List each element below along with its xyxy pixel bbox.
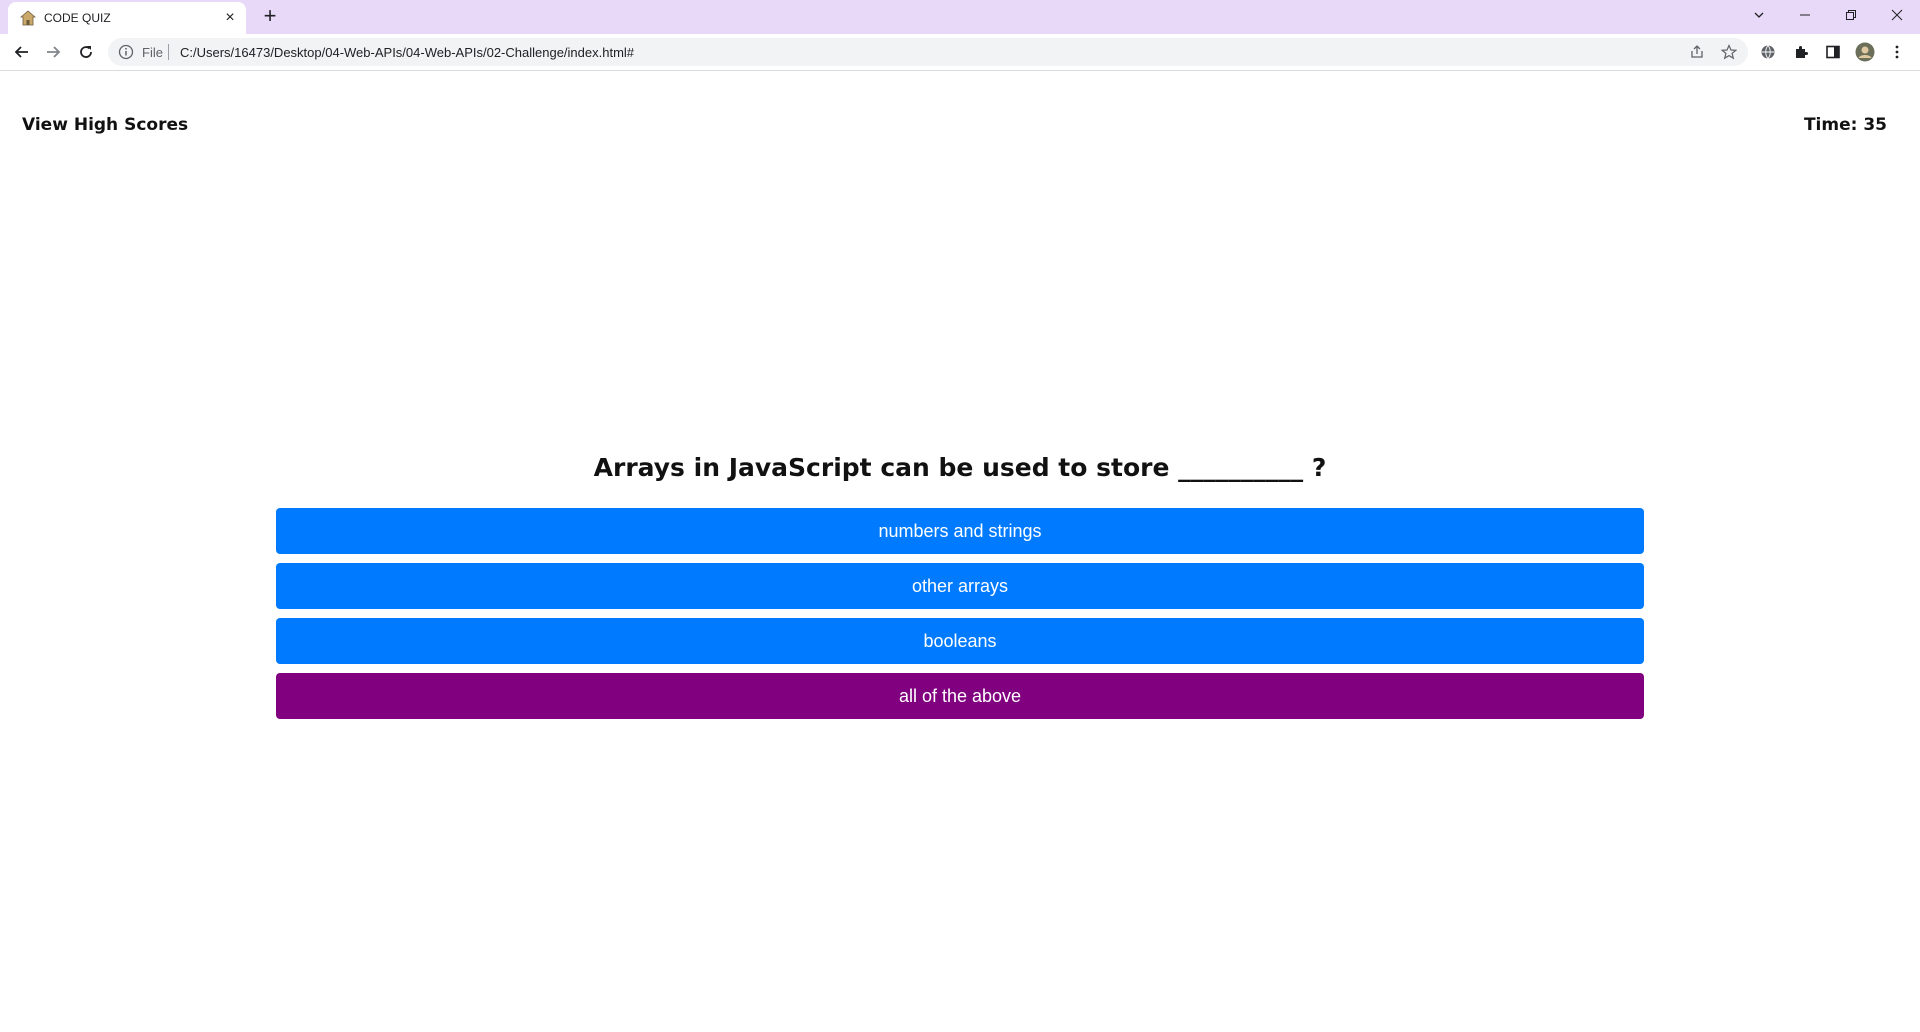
- site-info-icon[interactable]: [118, 44, 134, 60]
- forward-icon[interactable]: [41, 40, 65, 64]
- quiz-page: View High Scores Time: 35 Arrays in Java…: [0, 71, 1920, 1032]
- omnibox-divider: [168, 44, 169, 60]
- browser-toolbar: File C:/Users/16473/Desktop/04-Web-APIs/…: [0, 34, 1920, 71]
- page-header: View High Scores Time: 35: [0, 71, 1920, 175]
- tab-title: CODE QUIZ: [44, 11, 111, 25]
- answer-button-all-of-the-above[interactable]: all of the above: [276, 673, 1644, 719]
- new-tab-button[interactable]: +: [260, 5, 280, 27]
- answer-list: numbers and strings other arrays boolean…: [276, 508, 1644, 728]
- restore-icon[interactable]: [1828, 0, 1874, 30]
- close-tab-icon[interactable]: ×: [222, 10, 238, 26]
- back-icon[interactable]: [10, 40, 34, 64]
- extensions-puzzle-icon[interactable]: [1791, 42, 1811, 62]
- browser-tab[interactable]: CODE QUIZ ×: [8, 2, 246, 34]
- close-window-icon[interactable]: [1874, 0, 1920, 30]
- answer-button-booleans[interactable]: booleans: [276, 618, 1644, 664]
- scheme-label: File: [142, 45, 163, 60]
- profile-avatar[interactable]: [1855, 42, 1875, 62]
- side-panel-icon[interactable]: [1823, 42, 1843, 62]
- bookmark-star-icon[interactable]: [1720, 43, 1738, 61]
- extension-globe-icon[interactable]: [1758, 42, 1778, 62]
- timer-display: Time: 35: [1803, 115, 1887, 135]
- url-text[interactable]: C:/Users/16473/Desktop/04-Web-APIs/04-We…: [180, 45, 634, 60]
- tab-strip: CODE QUIZ × +: [0, 0, 1920, 34]
- tab-search-icon[interactable]: [1736, 0, 1782, 30]
- share-icon[interactable]: [1688, 43, 1706, 61]
- reload-icon[interactable]: [74, 40, 98, 64]
- question-title: Arrays in JavaScript can be used to stor…: [593, 453, 1327, 482]
- answer-button-other-arrays[interactable]: other arrays: [276, 563, 1644, 609]
- more-menu-icon[interactable]: [1887, 42, 1907, 62]
- view-high-scores-link[interactable]: View High Scores: [22, 115, 188, 135]
- minimize-icon[interactable]: [1782, 0, 1828, 30]
- home-favicon-icon: [19, 10, 37, 26]
- answer-button-numbers-and-strings[interactable]: numbers and strings: [276, 508, 1644, 554]
- address-bar[interactable]: File C:/Users/16473/Desktop/04-Web-APIs/…: [108, 38, 1748, 66]
